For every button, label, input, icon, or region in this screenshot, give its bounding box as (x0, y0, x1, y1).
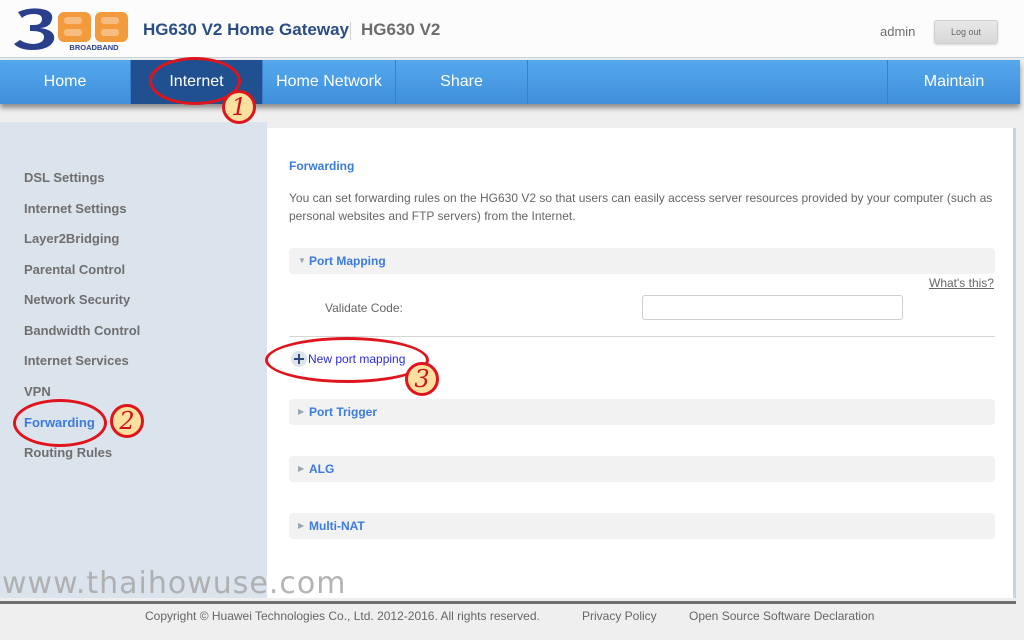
divider (289, 336, 995, 337)
watermark: www.thaihowuse.com (2, 566, 347, 601)
section-multi-nat[interactable]: ▶ Multi-NAT (289, 513, 995, 539)
annotation-ellipse-forwarding (13, 399, 107, 447)
whats-this-link[interactable]: What's this? (929, 276, 994, 290)
nav-maintain[interactable]: Maintain (888, 60, 1020, 104)
3bb-logo: BROADBAND (14, 8, 128, 52)
nav-spacer (528, 60, 888, 104)
section-label: Port Mapping (309, 254, 386, 268)
sidebar-item-layer2bridging[interactable]: Layer2Bridging (24, 231, 119, 246)
model-name: HG630 V2 (361, 20, 441, 39)
logo-broadband-text: BROADBAND (69, 43, 119, 52)
validate-code-label: Validate Code: (325, 301, 403, 315)
sidebar-item-internet-services[interactable]: Internet Services (24, 353, 129, 368)
footer-divider (0, 601, 1016, 604)
copyright-text: Copyright © Huawei Technologies Co., Ltd… (145, 609, 540, 623)
page-title: Forwarding (289, 159, 355, 173)
privacy-policy-link[interactable]: Privacy Policy (582, 609, 657, 623)
validate-code-input[interactable] (642, 295, 903, 320)
sidebar-item-vpn[interactable]: VPN (24, 384, 51, 399)
nav-home[interactable]: Home (0, 60, 131, 104)
section-port-mapping[interactable]: ▼ Port Mapping (289, 248, 995, 274)
header: BROADBAND HG630 V2 Home Gateway HG630 V2… (0, 0, 1024, 58)
section-alg[interactable]: ▶ ALG (289, 456, 995, 482)
section-port-trigger[interactable]: ▶ Port Trigger (289, 399, 995, 425)
section-label: ALG (309, 462, 335, 476)
open-source-declaration-link[interactable]: Open Source Software Declaration (689, 609, 874, 623)
nav-home-network[interactable]: Home Network (263, 60, 396, 104)
sidebar: DSL Settings Internet Settings Layer2Bri… (0, 122, 267, 598)
sidebar-item-network-security[interactable]: Network Security (24, 292, 130, 307)
chevron-down-icon: ▼ (298, 256, 306, 265)
section-label: Port Trigger (309, 405, 378, 419)
title-separator (350, 22, 351, 40)
logout-button[interactable]: Log out (934, 20, 998, 44)
sidebar-item-dsl-settings[interactable]: DSL Settings (24, 170, 105, 185)
chevron-right-icon: ▶ (298, 521, 305, 530)
sidebar-item-internet-settings[interactable]: Internet Settings (24, 201, 127, 216)
username: admin (880, 24, 916, 39)
nav-share[interactable]: Share (396, 60, 528, 104)
annotation-number-2: 2 (110, 404, 144, 438)
sidebar-item-routing-rules[interactable]: Routing Rules (24, 445, 112, 460)
sidebar-item-parental-control[interactable]: Parental Control (24, 262, 125, 277)
page-description: You can set forwarding rules on the HG63… (289, 191, 993, 223)
section-label: Multi-NAT (309, 519, 365, 533)
gateway-title: HG630 V2 Home Gateway (143, 20, 349, 39)
chevron-right-icon: ▶ (298, 464, 305, 473)
annotation-number-1: 1 (222, 90, 256, 124)
sidebar-item-bandwidth-control[interactable]: Bandwidth Control (24, 323, 140, 338)
chevron-right-icon: ▶ (298, 407, 305, 416)
annotation-number-3: 3 (405, 362, 439, 396)
